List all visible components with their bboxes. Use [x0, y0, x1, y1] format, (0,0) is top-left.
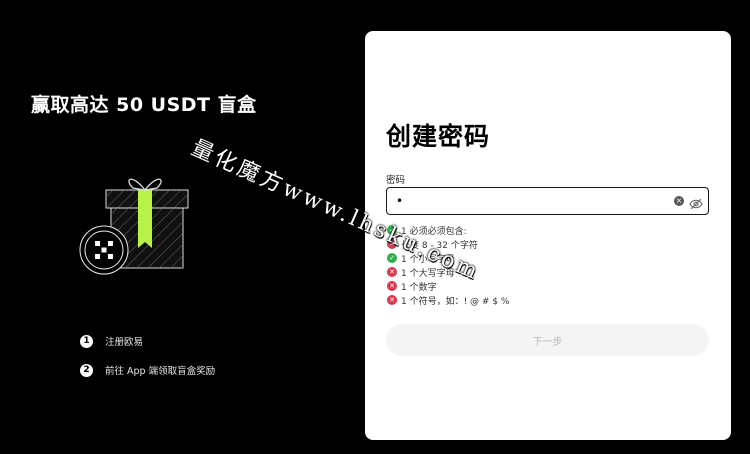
cross-icon: ✕ [387, 239, 397, 249]
requirement-text: 长度 8 - 32 个字符 [401, 240, 478, 251]
cross-icon: ✕ [387, 281, 397, 291]
step-item: 2 前往 App 端领取盲盒奖励 [80, 361, 215, 379]
page-title: 创建密码 [386, 122, 491, 151]
gift-box-illustration [78, 168, 198, 280]
requirement-item: ✕ 1 个数字 [387, 279, 509, 293]
step-label: 前往 App 端领取盲盒奖励 [105, 366, 216, 377]
requirement-text: 1 个大写字母 [401, 268, 455, 279]
create-password-card: 创建密码 密码 • × ✓ 1 必须必须包含: ✕ 长度 8 - 32 个字符 … [365, 31, 731, 440]
requirement-text: 1 必须必须包含: [401, 226, 467, 237]
requirement-item: ✓ 1 个小写字母 [387, 251, 509, 265]
step-label: 注册欧易 [105, 337, 144, 348]
promo-title: 赢取高达 50 USDT 盲盒 [31, 94, 257, 116]
requirement-item: ✓ 1 必须必须包含: [387, 223, 509, 237]
step-item: 1 注册欧易 [80, 332, 215, 350]
requirement-text: 1 个数字 [401, 282, 437, 293]
cross-icon: ✕ [387, 267, 397, 277]
password-value: • [396, 194, 404, 208]
requirement-text: 1 个小写字母 [401, 254, 455, 265]
requirement-text: 1 个符号，如：! @ # $ % [401, 296, 510, 307]
check-icon: ✓ [387, 253, 397, 263]
password-requirements: ✓ 1 必须必须包含: ✕ 长度 8 - 32 个字符 ✓ 1 个小写字母 ✕ … [387, 223, 509, 307]
clear-icon[interactable]: × [674, 196, 684, 206]
requirement-item: ✕ 1 个符号，如：! @ # $ % [387, 293, 509, 307]
steps-list: 1 注册欧易 2 前往 App 端领取盲盒奖励 [80, 332, 215, 390]
check-icon: ✓ [387, 225, 397, 235]
cross-icon: ✕ [387, 295, 397, 305]
next-button[interactable]: 下一步 [386, 324, 709, 356]
requirement-item: ✕ 长度 8 - 32 个字符 [387, 237, 509, 251]
password-label: 密码 [386, 175, 406, 186]
step-number: 1 [80, 334, 93, 348]
step-number: 2 [80, 363, 93, 377]
requirement-item: ✕ 1 个大写字母 [387, 265, 509, 279]
password-input[interactable]: • × [386, 187, 709, 215]
eye-off-icon[interactable] [689, 195, 703, 210]
